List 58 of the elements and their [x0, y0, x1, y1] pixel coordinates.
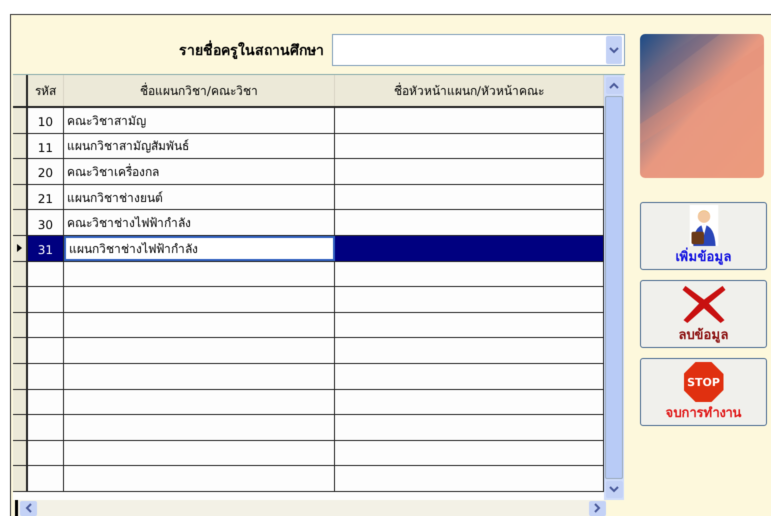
scroll-down-icon[interactable] — [606, 481, 622, 498]
cross-icon — [680, 283, 726, 324]
table-cell-text: คณะวิชาเครื่องกล — [66, 162, 159, 181]
column-header[interactable]: ชื่อแผนกวิชา/คณะวิชา — [64, 75, 335, 106]
row-selector[interactable] — [13, 440, 28, 466]
table-cell: 21 — [38, 192, 54, 206]
empty-row[interactable] — [13, 440, 604, 466]
table-cell: 30 — [38, 218, 54, 232]
action-button[interactable]: เพิ่มข้อมูล — [640, 202, 767, 270]
empty-row[interactable] — [13, 466, 604, 492]
scroll-up-icon[interactable] — [606, 77, 622, 94]
row-selector[interactable] — [13, 210, 28, 235]
table-cell-text: คณะวิชาช่างไฟฟ้ากำลัง — [66, 215, 191, 232]
empty-row[interactable] — [13, 415, 604, 441]
table-cell-text: แผนกวิชาสามัญสัมพันธ์ — [66, 138, 189, 156]
table-row[interactable]: 21 แผนกวิชาช่างยนต์ — [13, 184, 604, 210]
scroll-thumb[interactable] — [605, 96, 623, 479]
stop-sign-icon: STOP — [684, 362, 724, 402]
table-cell-text: คณะวิชาสามัญ — [66, 112, 146, 130]
row-selector[interactable] — [13, 134, 28, 158]
row-selector[interactable] — [13, 262, 28, 286]
empty-row[interactable] — [13, 364, 604, 390]
row-selector[interactable] — [13, 466, 28, 491]
empty-row[interactable] — [13, 390, 604, 416]
scroll-right-icon[interactable] — [589, 500, 606, 516]
table-row[interactable]: 10 คณะวิชาสามัญ — [13, 108, 604, 134]
row-selector[interactable] — [13, 338, 28, 363]
action-button[interactable]: STOP จบการทำงาน — [640, 358, 767, 426]
table-cell: 11 — [38, 140, 54, 155]
action-button[interactable]: ลบข้อมูล — [640, 280, 767, 348]
table-cell: 20 — [38, 166, 54, 180]
empty-row[interactable] — [13, 262, 604, 288]
table-row[interactable]: 31 แผนกวิชาช่างไฟฟ้ากำลัง — [13, 236, 604, 262]
vertical-scrollbar[interactable] — [604, 75, 624, 500]
table-cell-text: แผนกวิชาช่างยนต์ — [66, 190, 163, 207]
row-selector[interactable] — [13, 287, 28, 312]
empty-row[interactable] — [13, 287, 604, 313]
row-selector[interactable] — [13, 184, 28, 210]
row-selector[interactable] — [13, 390, 28, 414]
row-selector[interactable] — [13, 159, 28, 184]
row-selector[interactable] — [13, 364, 28, 389]
empty-row[interactable] — [13, 312, 604, 338]
table-cell: 10 — [38, 115, 54, 130]
table-row[interactable]: 11 แผนกวิชาสามัญสัมพันธ์ — [13, 134, 604, 160]
row-selector[interactable] — [13, 415, 28, 440]
teacher-dropdown[interactable] — [332, 34, 625, 66]
table-row[interactable]: 20 คณะวิชาเครื่องกล — [13, 159, 604, 185]
filter-label: รายชื่อครูในสถานศึกษา — [179, 39, 324, 61]
empty-row[interactable] — [13, 338, 604, 364]
column-header[interactable]: รหัส — [28, 75, 64, 106]
table-cell: 31 — [38, 243, 54, 258]
horizontal-scrollbar[interactable] — [15, 500, 606, 516]
scroll-left-icon[interactable] — [20, 500, 37, 516]
row-selector[interactable] — [13, 108, 28, 133]
table-cell-text: แผนกวิชาช่างไฟฟ้ากำลัง — [68, 240, 198, 258]
row-selector[interactable] — [13, 312, 28, 338]
row-selector[interactable] — [13, 236, 28, 261]
row-pointer-icon — [16, 244, 22, 252]
